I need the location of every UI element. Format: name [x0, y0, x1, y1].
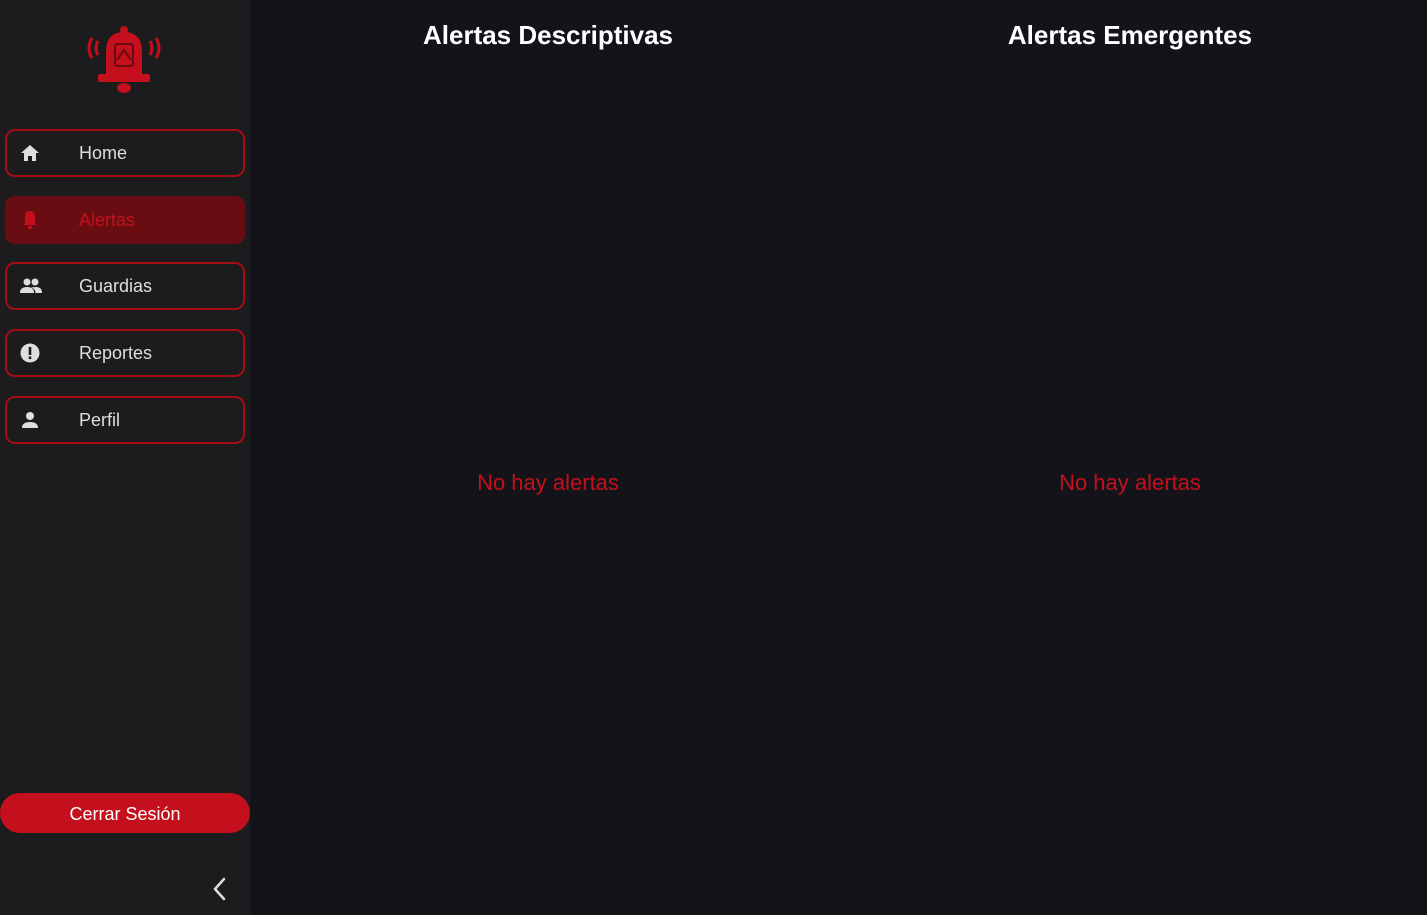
sidebar-item-alertas[interactable]: Alertas	[5, 196, 245, 244]
bell-icon	[19, 209, 41, 231]
panel-title: Alertas Emergentes	[1007, 20, 1253, 50]
logout-button[interactable]: Cerrar Sesión	[0, 793, 250, 833]
empty-state-text: No hay alertas	[477, 470, 619, 495]
sidebar-item-label: Reportes	[79, 343, 153, 363]
sidebar: Home Alertas Guardias Reportes Perfil Ce…	[0, 0, 250, 915]
sidebar-item-perfil[interactable]: Perfil	[5, 396, 245, 444]
alarm-bell-icon	[84, 24, 164, 98]
sidebar-item-label: Home	[79, 143, 128, 163]
panel-title: Alertas Descriptivas	[422, 20, 674, 50]
people-icon	[19, 275, 42, 297]
sidebar-item-label: Perfil	[79, 410, 121, 430]
alert-circle-icon	[19, 342, 41, 364]
chevron-left-icon[interactable]	[208, 875, 232, 903]
person-icon	[19, 409, 41, 431]
home-icon	[19, 142, 41, 164]
sidebar-item-home[interactable]: Home	[5, 129, 245, 177]
sidebar-item-label: Guardias	[79, 276, 153, 296]
sidebar-item-reportes[interactable]: Reportes	[5, 329, 245, 377]
sidebar-item-guardias[interactable]: Guardias	[5, 262, 245, 310]
empty-state-text: No hay alertas	[1059, 470, 1201, 495]
app-root: Home Alertas Guardias Reportes Perfil Ce…	[0, 0, 1427, 915]
sidebar-item-label: Alertas	[79, 210, 136, 230]
